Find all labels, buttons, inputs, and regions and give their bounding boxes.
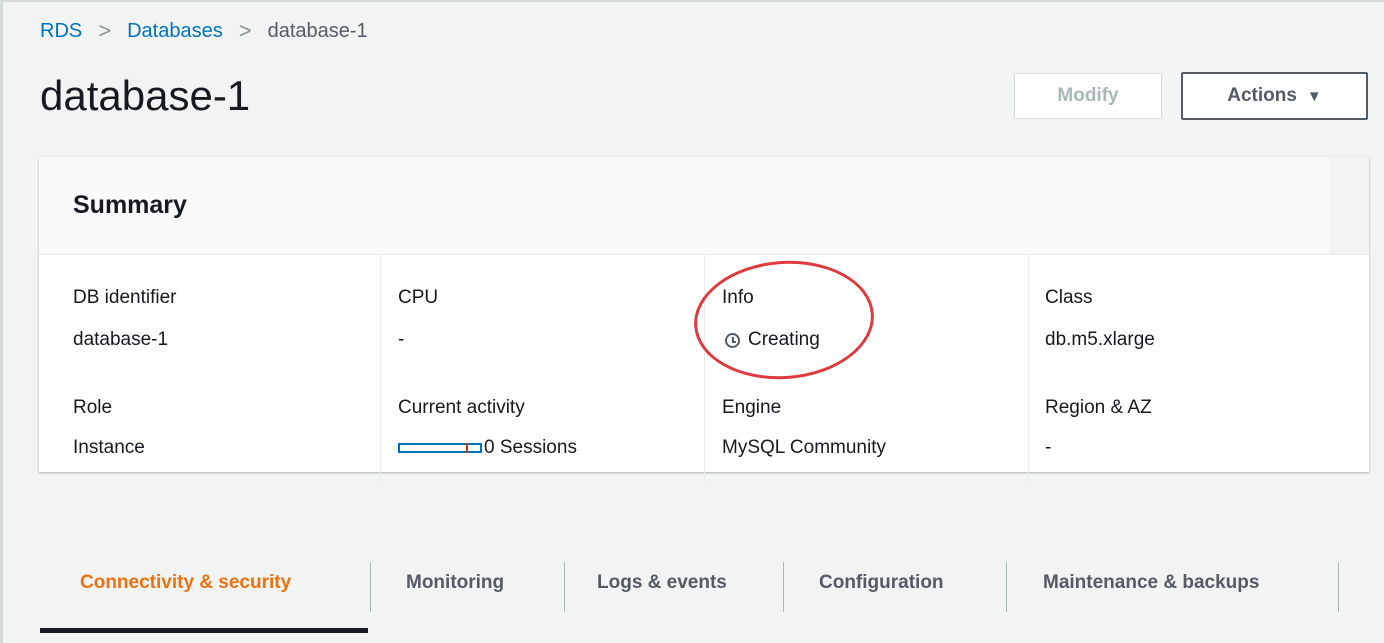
cpu-value: - [398, 329, 405, 350]
summary-header: Summary [39, 157, 1369, 255]
cpu-label: CPU [398, 287, 439, 308]
actions-button[interactable]: Actions ▼ [1181, 72, 1368, 120]
tab-divider [1006, 562, 1007, 612]
summary-title: Summary [73, 191, 187, 219]
tab-configuration[interactable]: Configuration [819, 572, 944, 594]
active-tab-indicator [40, 628, 368, 633]
tab-divider [564, 562, 565, 612]
role-label: Role [73, 397, 113, 418]
sessions-value: 0 Sessions [484, 437, 577, 458]
engine-value: MySQL Community [722, 437, 886, 458]
window-left-border [0, 0, 3, 643]
summary-fields: DB identifier database-1 Role Instance C… [39, 255, 1369, 483]
breadcrumb-current: database-1 [267, 19, 368, 42]
tab-divider [1338, 562, 1339, 612]
breadcrumb: RDS > Databases > database-1 [40, 18, 368, 44]
actions-button-label: Actions [1227, 85, 1297, 106]
window-top-border [0, 0, 1384, 2]
breadcrumb-separator-icon: > [238, 18, 252, 43]
role-value: Instance [73, 437, 145, 458]
db-identifier-label: DB identifier [73, 287, 177, 308]
class-value: db.m5.xlarge [1045, 329, 1155, 350]
breadcrumb-databases-link[interactable]: Databases [127, 20, 223, 43]
modify-button[interactable]: Modify [1014, 73, 1162, 119]
page-title: database-1 [40, 72, 251, 119]
summary-header-edge [1329, 157, 1369, 254]
sessions-bar [398, 443, 482, 453]
sessions-link[interactable]: 0 Sessions [398, 437, 577, 459]
caret-down-icon: ▼ [1306, 87, 1322, 105]
summary-column-identity: DB identifier database-1 Role Instance [73, 255, 379, 483]
summary-column-activity: CPU - Current activity 0 Sessions [380, 255, 704, 483]
detail-tabs: Connectivity & security Monitoring Logs … [40, 554, 1340, 634]
db-identifier-value: database-1 [73, 329, 169, 350]
breadcrumb-rds-link[interactable]: RDS [40, 20, 82, 43]
tab-maintenance-backups[interactable]: Maintenance & backups [1043, 572, 1259, 594]
tab-divider [370, 562, 371, 612]
summary-column-placement: Class db.m5.xlarge Region & AZ - [1028, 255, 1369, 483]
tab-monitoring[interactable]: Monitoring [406, 572, 504, 594]
breadcrumb-separator-icon: > [98, 18, 112, 43]
engine-label: Engine [722, 397, 782, 418]
tab-logs-events[interactable]: Logs & events [597, 572, 727, 594]
region-az-value: - [1045, 437, 1052, 458]
modify-button-label: Modify [1057, 85, 1119, 106]
region-az-label: Region & AZ [1045, 397, 1152, 418]
sessions-bar-max-marker [466, 443, 468, 453]
class-label: Class [1045, 287, 1093, 308]
current-activity-label: Current activity [398, 397, 525, 418]
tab-divider [783, 562, 784, 612]
tab-connectivity-security[interactable]: Connectivity & security [80, 572, 291, 594]
